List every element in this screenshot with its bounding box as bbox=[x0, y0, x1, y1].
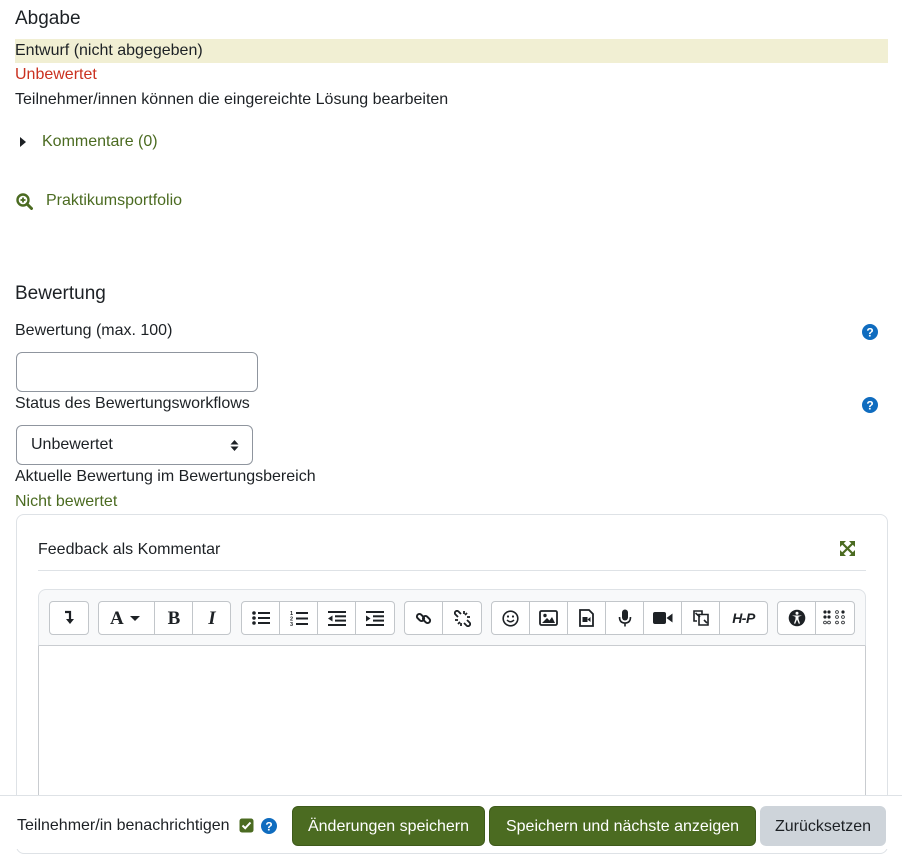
edit-note: Teilnehmer/innen können die eingereichte… bbox=[15, 91, 449, 108]
editor-toolbar: A B I 123 H-P bbox=[38, 589, 866, 646]
svg-text:I: I bbox=[207, 609, 216, 627]
save-button[interactable]: Änderungen speichern bbox=[292, 806, 485, 846]
comments-label: Kommentare (0) bbox=[42, 133, 158, 150]
feedback-title: Feedback als Kommentar bbox=[38, 541, 221, 558]
reset-button[interactable]: Zurücksetzen bbox=[760, 806, 886, 846]
notify-label: Teilnehmer/in benachrichtigen bbox=[17, 817, 230, 834]
sticky-footer: Teilnehmer/in benachrichtigen ? Änderung… bbox=[0, 795, 902, 849]
collapse-toolbar-icon[interactable] bbox=[50, 602, 88, 634]
braille-icon[interactable] bbox=[816, 602, 854, 634]
submission-status: Entwurf (nicht abgegeben) bbox=[15, 42, 203, 59]
accessibility-checker-icon[interactable] bbox=[778, 602, 816, 634]
svg-text:B: B bbox=[167, 609, 180, 627]
help-icon[interactable]: ? bbox=[862, 324, 878, 340]
help-icon[interactable]: ? bbox=[862, 397, 878, 413]
indent-icon[interactable] bbox=[356, 602, 394, 634]
record-video-icon[interactable] bbox=[644, 602, 682, 634]
save-and-next-button[interactable]: Speichern und nächste anzeigen bbox=[489, 806, 756, 846]
current-grade-label: Aktuelle Bewertung im Bewertungsbereich bbox=[15, 468, 316, 485]
toolbar-group-collapse bbox=[49, 601, 89, 635]
portfolio-link[interactable]: Praktikumsportfolio bbox=[16, 192, 182, 210]
italic-icon[interactable]: I bbox=[193, 602, 230, 634]
svg-text:?: ? bbox=[265, 820, 272, 834]
workflow-selected-value: Unbewertet bbox=[31, 436, 113, 453]
grade-heading: Bewertung bbox=[15, 283, 106, 304]
notify-checkbox[interactable] bbox=[239, 818, 254, 833]
grading-status: Unbewertet bbox=[15, 66, 97, 83]
record-audio-icon[interactable] bbox=[606, 602, 644, 634]
unlink-icon[interactable] bbox=[443, 602, 481, 634]
svg-text:A: A bbox=[110, 609, 124, 627]
link-icon[interactable] bbox=[405, 602, 443, 634]
unordered-list-icon[interactable] bbox=[242, 602, 280, 634]
ordered-list-icon[interactable]: 123 bbox=[280, 602, 318, 634]
outdent-icon[interactable] bbox=[318, 602, 356, 634]
portfolio-link-label: Praktikumsportfolio bbox=[46, 192, 183, 209]
comments-toggle[interactable]: Kommentare (0) bbox=[18, 133, 158, 151]
submission-heading: Abgabe bbox=[15, 8, 81, 29]
toolbar-group-media: H-P bbox=[491, 601, 768, 635]
card-divider bbox=[38, 570, 866, 571]
toolbar-group-lists: 123 bbox=[241, 601, 395, 635]
svg-text:?: ? bbox=[866, 399, 873, 413]
manage-files-icon[interactable] bbox=[682, 602, 720, 634]
help-icon[interactable]: ? bbox=[261, 818, 277, 834]
toolbar-group-accessibility bbox=[777, 601, 855, 635]
workflow-select[interactable]: Unbewertet bbox=[16, 425, 253, 465]
search-plus-icon bbox=[16, 192, 33, 210]
emoji-icon[interactable] bbox=[492, 602, 530, 634]
toolbar-group-links bbox=[404, 601, 482, 635]
score-label: Bewertung (max. 100) bbox=[15, 322, 173, 339]
bold-icon[interactable]: B bbox=[155, 602, 193, 634]
select-sort-icon bbox=[230, 440, 239, 451]
media-file-icon[interactable] bbox=[568, 602, 606, 634]
h5p-icon[interactable]: H-P bbox=[720, 602, 767, 634]
workflow-label: Status des Bewertungsworkflows bbox=[15, 395, 250, 412]
submission-status-row: Entwurf (nicht abgegeben) bbox=[15, 39, 888, 63]
toolbar-group-style: A B I bbox=[98, 601, 231, 635]
expand-arrows-icon[interactable] bbox=[840, 541, 855, 556]
current-grade-value: Nicht bewertet bbox=[15, 493, 118, 510]
caret-right-icon bbox=[20, 137, 26, 147]
svg-text:?: ? bbox=[866, 326, 873, 340]
font-style-icon[interactable]: A bbox=[99, 602, 155, 634]
image-icon[interactable] bbox=[530, 602, 568, 634]
feedback-editor[interactable] bbox=[38, 646, 866, 806]
svg-text:3: 3 bbox=[290, 622, 293, 626]
score-input[interactable] bbox=[16, 352, 258, 392]
